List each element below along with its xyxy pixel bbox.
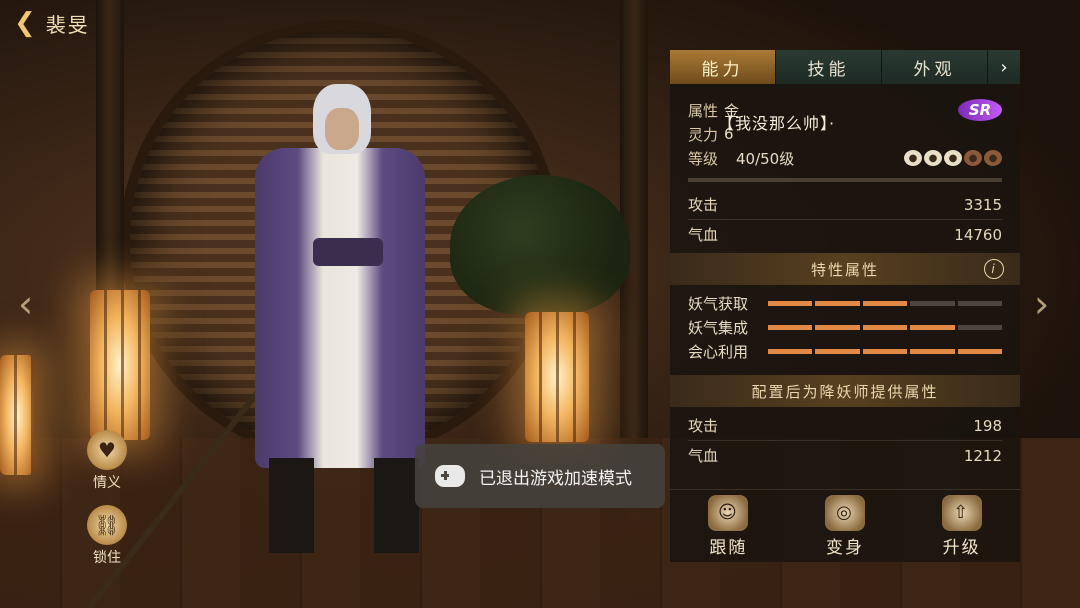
level-progress-bar	[688, 178, 1002, 182]
trait-row: 妖气集成	[688, 315, 1003, 339]
bonus-hp-label: 气血	[688, 447, 719, 465]
stats-block: 属性 金 SR 灵力 6 等级 40/50级 ● ● ● ● ● 攻击 3315 气血 …	[670, 84, 1020, 249]
trait-label: 妖气集成	[688, 318, 749, 337]
lantern	[90, 290, 150, 440]
level-label: 等级	[688, 149, 719, 168]
trait-level-segment	[768, 300, 813, 306]
trait-label: 会心利用	[688, 342, 749, 361]
friendship-icon: ♥	[87, 430, 127, 470]
attack-row: 攻击 3315	[688, 190, 1002, 220]
traits-list: 妖气获取妖气集成会心利用	[670, 285, 1020, 371]
belt	[313, 238, 383, 266]
info-icon[interactable]: i	[984, 259, 1004, 279]
bonus-section-header: 配置后为降妖师提供属性	[670, 375, 1020, 407]
upgrade-label: 升级	[942, 537, 981, 558]
lock-button[interactable]: ⛓ 锁住	[82, 505, 132, 567]
star-icon: ●	[984, 150, 1002, 166]
toast-text: 已退出游戏加速模式	[479, 468, 632, 489]
trait-level-segment	[815, 348, 860, 354]
trait-level-segment	[910, 300, 955, 306]
attack-value: 3315	[963, 195, 1002, 214]
follow-icon: ☺	[708, 494, 749, 531]
trait-level-segment	[862, 300, 908, 306]
previous-character-arrow-icon[interactable]: ‹	[18, 282, 33, 326]
trait-label: 妖气获取	[688, 294, 749, 313]
back-button[interactable]: ❮ 裴旻	[14, 8, 90, 38]
attack-label: 攻击	[688, 196, 719, 214]
trait-level-segment	[957, 348, 1003, 354]
hp-label: 气血	[688, 226, 719, 244]
upgrade-button[interactable]: ⇧ 升级	[941, 494, 982, 558]
friendship-button[interactable]: ♥ 情义	[82, 430, 132, 492]
panel-tabs: 能力 技能 外观 ›	[670, 50, 1020, 84]
bonus-hp-value: 1212	[963, 446, 1002, 465]
trait-level-segment	[910, 324, 955, 330]
rarity-badge: SR	[958, 99, 1002, 121]
lock-label: 锁住	[93, 550, 121, 566]
star-icon: ●	[964, 150, 982, 166]
tab-appearance[interactable]: 外观	[882, 50, 988, 84]
name-tag: 【我没那么帅】·	[718, 114, 836, 133]
star-icon: ●	[904, 150, 922, 166]
toast-notification: 已退出游戏加速模式	[415, 444, 665, 508]
trait-level-segment	[815, 324, 860, 330]
star-icon: ●	[944, 150, 962, 166]
back-arrow-icon[interactable]: ❮	[14, 8, 38, 38]
bonus-hp-row: 气血 1212	[688, 441, 1002, 470]
trait-level-segment	[862, 324, 908, 330]
trait-row: 妖气获取	[688, 291, 1003, 315]
transform-button[interactable]: ◎ 变身	[824, 494, 865, 558]
bonus-attack-label: 攻击	[688, 417, 719, 435]
follow-label: 跟随	[709, 537, 748, 558]
lock-icon: ⛓	[87, 505, 127, 545]
trait-level-segment	[862, 348, 908, 354]
robe	[255, 148, 425, 468]
tab-ability[interactable]: 能力	[670, 50, 776, 84]
next-character-arrow-icon[interactable]: ›	[1034, 282, 1049, 326]
upgrade-icon: ⇧	[941, 494, 982, 531]
trait-level-segment	[815, 300, 860, 306]
tab-skills[interactable]: 技能	[776, 50, 882, 84]
trait-level-bar	[768, 324, 1003, 330]
lantern	[0, 355, 34, 475]
boots	[269, 458, 419, 553]
trait-level-bar	[768, 348, 1003, 354]
bonus-block: 攻击 198 气血 1212	[670, 407, 1020, 470]
trait-level-segment	[910, 348, 955, 354]
bonus-attack-value: 198	[973, 416, 1002, 435]
trait-level-segment	[957, 324, 1003, 330]
star-icon: ●	[924, 150, 942, 166]
bonsai-plant	[450, 175, 630, 315]
trait-level-bar	[768, 300, 1003, 306]
lantern	[525, 312, 589, 442]
face	[325, 108, 359, 150]
trait-row: 会心利用	[688, 339, 1003, 363]
bonus-attack-row: 攻击 198	[688, 411, 1002, 441]
chevron-right-icon[interactable]: ›	[988, 50, 1020, 84]
character-title: 裴旻	[45, 12, 90, 37]
trait-level-segment	[768, 324, 813, 330]
gamepad-icon	[435, 465, 465, 487]
transform-icon: ◎	[824, 494, 865, 531]
character-model[interactable]	[80, 78, 445, 608]
hp-row: 气血 14760	[688, 220, 1002, 249]
follow-button[interactable]: ☺ 跟随	[708, 494, 749, 558]
action-bar: ☺ 跟随 ◎ 变身 ⇧ 升级	[670, 489, 1020, 562]
traits-section-title: 特性属性	[810, 260, 879, 279]
star-rating: ● ● ● ● ●	[904, 150, 1002, 166]
trait-level-segment	[957, 300, 1003, 306]
traits-section-header: 特性属性 i	[670, 253, 1020, 285]
level-value: 40/50级	[736, 149, 795, 168]
trait-level-segment	[768, 348, 813, 354]
hp-value: 14760	[954, 225, 1002, 244]
bonus-section-title: 配置后为降妖师提供属性	[751, 382, 939, 401]
friendship-label: 情义	[93, 475, 121, 491]
transform-label: 变身	[825, 537, 864, 558]
